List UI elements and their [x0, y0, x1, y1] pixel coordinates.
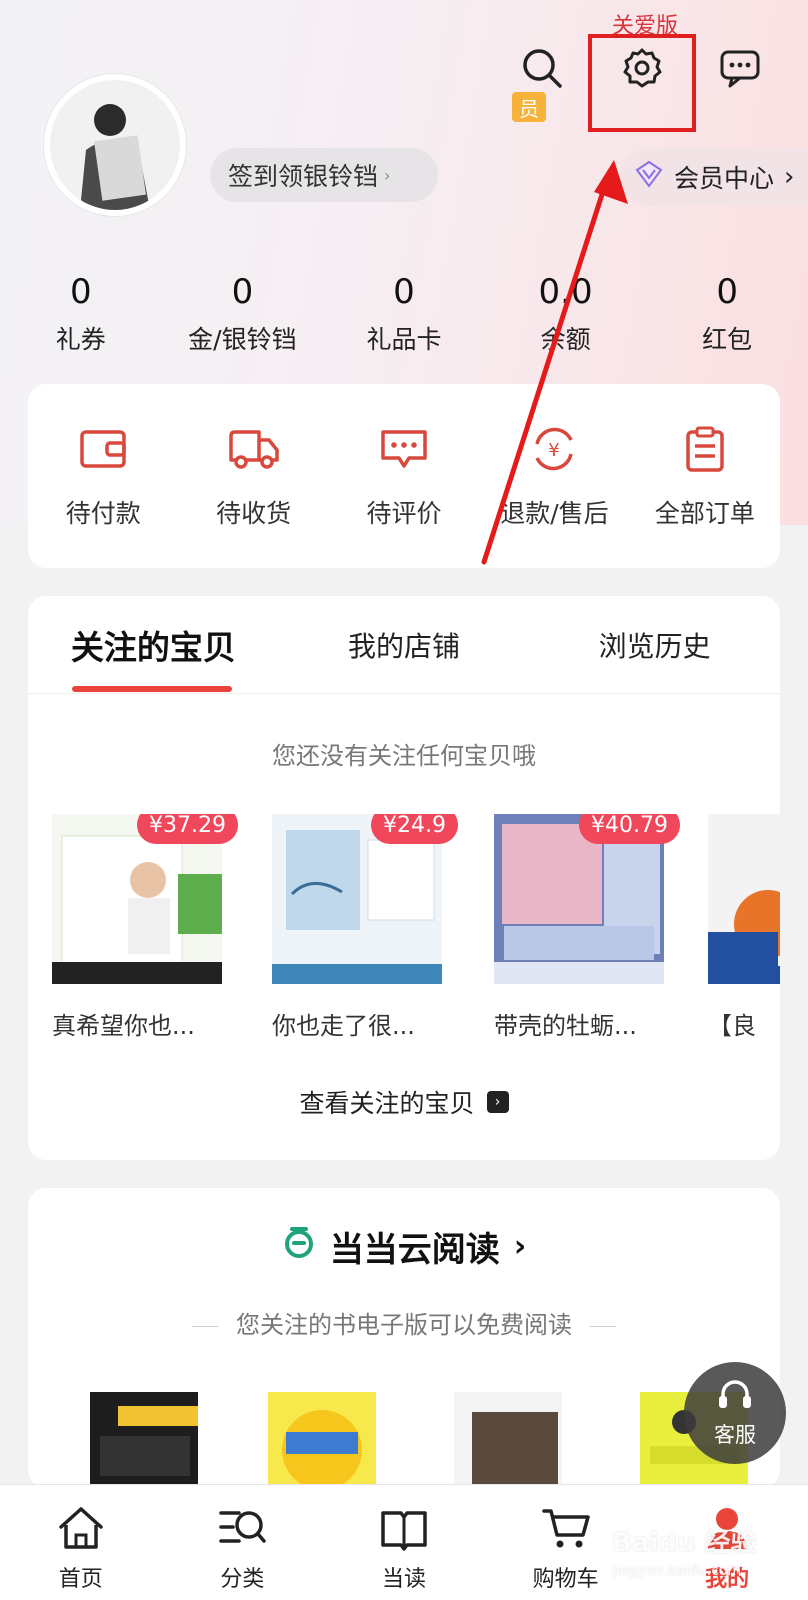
book-cover-image: ¥40.79 — [494, 814, 680, 984]
product-name: 真希望你也... — [52, 1012, 195, 1040]
ebook-cover[interactable] — [90, 1392, 198, 1488]
cloud-reading-subtitle: 您关注的书电子版可以免费阅读 — [28, 1305, 780, 1340]
book-cover-image: ¥37.29 — [52, 814, 238, 984]
home-icon — [56, 1505, 106, 1555]
product-card[interactable]: ¥40.79 带壳的牡蛎... — [494, 814, 680, 1041]
recommended-products: ¥37.29 真希望你也... ¥24.9 你也走了很... ¥40.79 带壳… — [52, 814, 780, 1044]
price-badge: ¥40.79 — [579, 814, 680, 844]
cloud-reading-card: 当当云阅读 › 您关注的书电子版可以免费阅读 — [28, 1188, 780, 1488]
tab-home[interactable]: 首页 — [0, 1485, 162, 1600]
favorites-tabs: 关注的宝贝 我的店铺 浏览历史 — [28, 596, 780, 694]
divider — [192, 1325, 218, 1327]
tab-label: 首页 — [58, 1567, 103, 1592]
cloud-reading-title: 当当云阅读 — [329, 1230, 500, 1270]
chevron-right-icon: › — [486, 1091, 509, 1113]
ebook-list — [28, 1392, 780, 1488]
favorites-card: 关注的宝贝 我的店铺 浏览历史 您还没有关注任何宝贝哦 ¥37.29 真希望你也… — [28, 596, 780, 1160]
view-favorites-link[interactable]: 查看关注的宝贝 › — [28, 1084, 780, 1120]
chevron-right-icon: › — [513, 1229, 527, 1264]
product-name: 【良 — [708, 1012, 756, 1040]
book-cover-image: ¥24.9 — [272, 814, 458, 984]
ebook-cover[interactable] — [268, 1392, 376, 1488]
product-card[interactable]: ¥24.9 你也走了很... — [272, 814, 458, 1041]
product-image — [708, 814, 780, 984]
product-name: 你也走了很... — [272, 1012, 415, 1040]
product-name: 带壳的牡蛎... — [494, 1012, 637, 1040]
service-label: 客服 — [714, 1422, 756, 1447]
subtitle-text: 您关注的书电子版可以免费阅读 — [236, 1311, 572, 1339]
watermark-logo: Baidu 经验 jingyan.baidu.com — [612, 1528, 757, 1579]
tab-reading[interactable]: 当读 — [323, 1485, 485, 1600]
dangdang-logo-icon — [282, 1225, 316, 1268]
view-favorites-label: 查看关注的宝贝 — [299, 1089, 475, 1118]
active-tab-indicator — [72, 686, 232, 692]
product-card[interactable]: 【良 — [708, 814, 780, 1041]
divider — [590, 1325, 616, 1327]
cart-icon — [541, 1505, 591, 1555]
tab-label: 当读 — [381, 1567, 426, 1592]
cloud-reading-link[interactable]: 当当云阅读 › — [28, 1222, 780, 1271]
customer-service-button[interactable]: 客服 — [684, 1362, 786, 1464]
price-badge: ¥37.29 — [137, 814, 238, 844]
price-badge: ¥24.9 — [371, 814, 458, 844]
tab-history[interactable]: 浏览历史 — [529, 596, 780, 693]
category-icon — [217, 1505, 267, 1555]
tab-favorite-items[interactable]: 关注的宝贝 — [28, 596, 279, 693]
tab-label: 购物车 — [532, 1567, 599, 1592]
tab-my-shops[interactable]: 我的店铺 — [279, 596, 530, 693]
annotation-arrow — [481, 160, 628, 565]
tab-category[interactable]: 分类 — [162, 1485, 324, 1600]
favorites-empty-text: 您还没有关注任何宝贝哦 — [272, 742, 536, 770]
book-icon — [379, 1505, 429, 1555]
product-card[interactable]: ¥37.29 真希望你也... — [52, 814, 238, 1041]
tab-label: 分类 — [220, 1567, 265, 1592]
headset-icon — [715, 1378, 755, 1419]
ebook-cover[interactable] — [454, 1392, 562, 1488]
